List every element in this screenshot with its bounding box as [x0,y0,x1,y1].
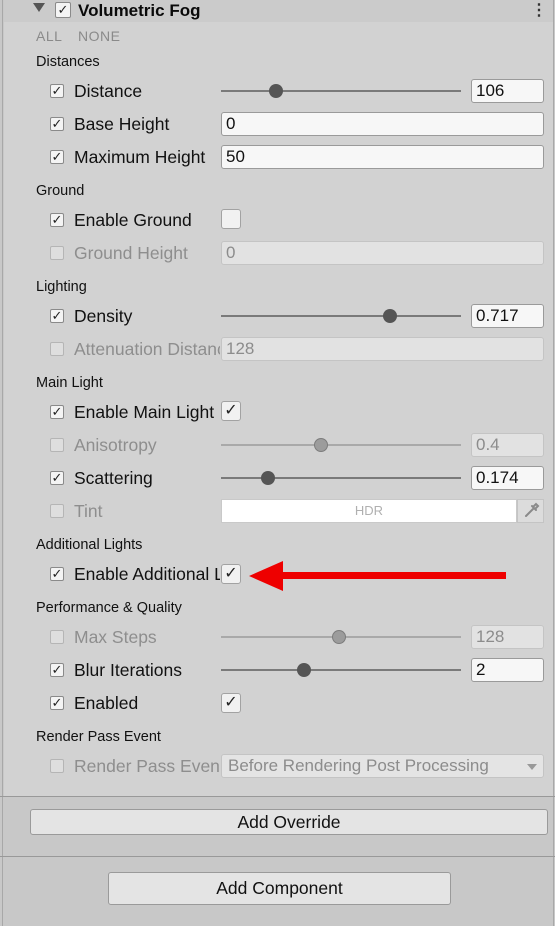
density-field[interactable]: 0.717 [471,304,544,328]
override-checkbox-render-pass-event[interactable] [50,759,64,773]
blur-iterations-slider[interactable] [221,669,461,671]
section-render-pass-event: Render Pass Event [36,729,161,745]
none-link[interactable]: NONE [78,28,120,44]
render-pass-event-value: Before Rendering Post Processing [228,756,489,775]
scattering-field[interactable]: 0.174 [471,466,544,490]
base-height-field[interactable]: 0 [221,112,544,136]
chevron-down-icon [527,764,537,770]
tint-color-field[interactable]: HDR [221,499,517,523]
scattering-slider-knob[interactable] [260,471,275,485]
enable-additional-checkbox[interactable]: ✓ [221,564,241,584]
override-checkbox-tint[interactable] [50,504,64,518]
override-checkbox-enable-main-light[interactable]: ✓ [50,405,64,419]
section-lighting: Lighting [36,279,87,295]
section-main-light: Main Light [36,375,103,391]
eyedropper-button[interactable] [517,499,544,523]
component-title: Volumetric Fog [78,1,201,20]
annotation-arrow-shaft [280,572,506,579]
scattering-label: Scattering [74,468,153,488]
scattering-slider[interactable] [221,477,461,479]
ground-height-label: Ground Height [74,243,188,263]
section-ground: Ground [36,183,85,199]
render-pass-event-label: Render Pass Event [74,756,220,776]
add-override-button[interactable]: Add Override [30,809,548,835]
enable-ground-checkbox[interactable] [221,209,241,229]
inspector-panel: ✓ Volumetric Fog ⋮ ALL NONE Distances ✓ … [0,0,555,926]
foldout-arrow-icon[interactable] [33,3,45,12]
section-performance-quality: Performance & Quality [36,600,182,616]
attenuation-field[interactable]: 128 [221,337,544,361]
override-checkbox-max-steps[interactable] [50,630,64,644]
anisotropy-slider-knob[interactable] [313,438,328,452]
blur-iterations-label: Blur Iterations [74,660,182,680]
density-slider[interactable] [221,315,461,317]
blur-iterations-field[interactable]: 2 [471,658,544,682]
max-steps-slider-knob[interactable] [331,630,346,644]
maximum-height-field[interactable]: 50 [221,145,544,169]
panel-right-border [553,0,554,926]
all-link[interactable]: ALL [36,28,62,44]
override-checkbox-anisotropy[interactable] [50,438,64,452]
enabled-label: Enabled [74,693,139,713]
anisotropy-slider[interactable] [221,444,461,446]
density-label: Density [74,306,133,326]
panel-left-border [2,0,3,926]
override-checkbox-ground-height[interactable] [50,246,64,260]
render-pass-event-dropdown[interactable]: Before Rendering Post Processing [221,754,544,778]
distance-label: Distance [74,81,143,101]
base-height-label: Base Height [74,114,170,134]
max-steps-label: Max Steps [74,627,157,647]
enable-ground-label: Enable Ground [74,210,192,230]
component-enabled-checkbox[interactable]: ✓ [55,2,71,18]
enable-main-light-label: Enable Main Light [74,402,215,422]
distance-slider[interactable] [221,90,461,92]
override-checkbox-blur-iterations[interactable]: ✓ [50,663,64,677]
section-additional-lights: Additional Lights [36,537,143,553]
add-component-button[interactable]: Add Component [108,872,451,905]
override-checkbox-density[interactable]: ✓ [50,309,64,323]
override-checkbox-enabled[interactable]: ✓ [50,696,64,710]
component-menu-icon[interactable]: ⋮ [531,2,547,20]
ground-height-field[interactable]: 0 [221,241,544,265]
enabled-checkbox[interactable]: ✓ [221,693,241,713]
override-checkbox-enable-ground[interactable]: ✓ [50,213,64,227]
blur-iterations-slider-knob[interactable] [296,663,311,677]
override-checkbox-maximum-height[interactable]: ✓ [50,150,64,164]
max-steps-field[interactable]: 128 [471,625,544,649]
override-checkbox-scattering[interactable]: ✓ [50,471,64,485]
enable-additional-label: Enable Additional Lights [74,564,220,584]
attenuation-label: Attenuation Distance [74,339,220,359]
anisotropy-label: Anisotropy [74,435,157,455]
distance-field[interactable]: 106 [471,79,544,103]
override-checkbox-enable-additional[interactable]: ✓ [50,567,64,581]
override-checkbox-attenuation[interactable] [50,342,64,356]
section-distances: Distances [36,54,100,70]
anisotropy-field[interactable]: 0.4 [471,433,544,457]
enable-main-light-checkbox[interactable]: ✓ [221,401,241,421]
tint-label: Tint [74,501,103,521]
maximum-height-label: Maximum Height [74,147,206,167]
override-checkbox-distance[interactable]: ✓ [50,84,64,98]
eyedropper-icon [525,502,540,517]
annotation-arrow-icon [249,561,283,591]
override-checkbox-base-height[interactable]: ✓ [50,117,64,131]
divider [0,856,555,857]
divider [0,796,555,797]
